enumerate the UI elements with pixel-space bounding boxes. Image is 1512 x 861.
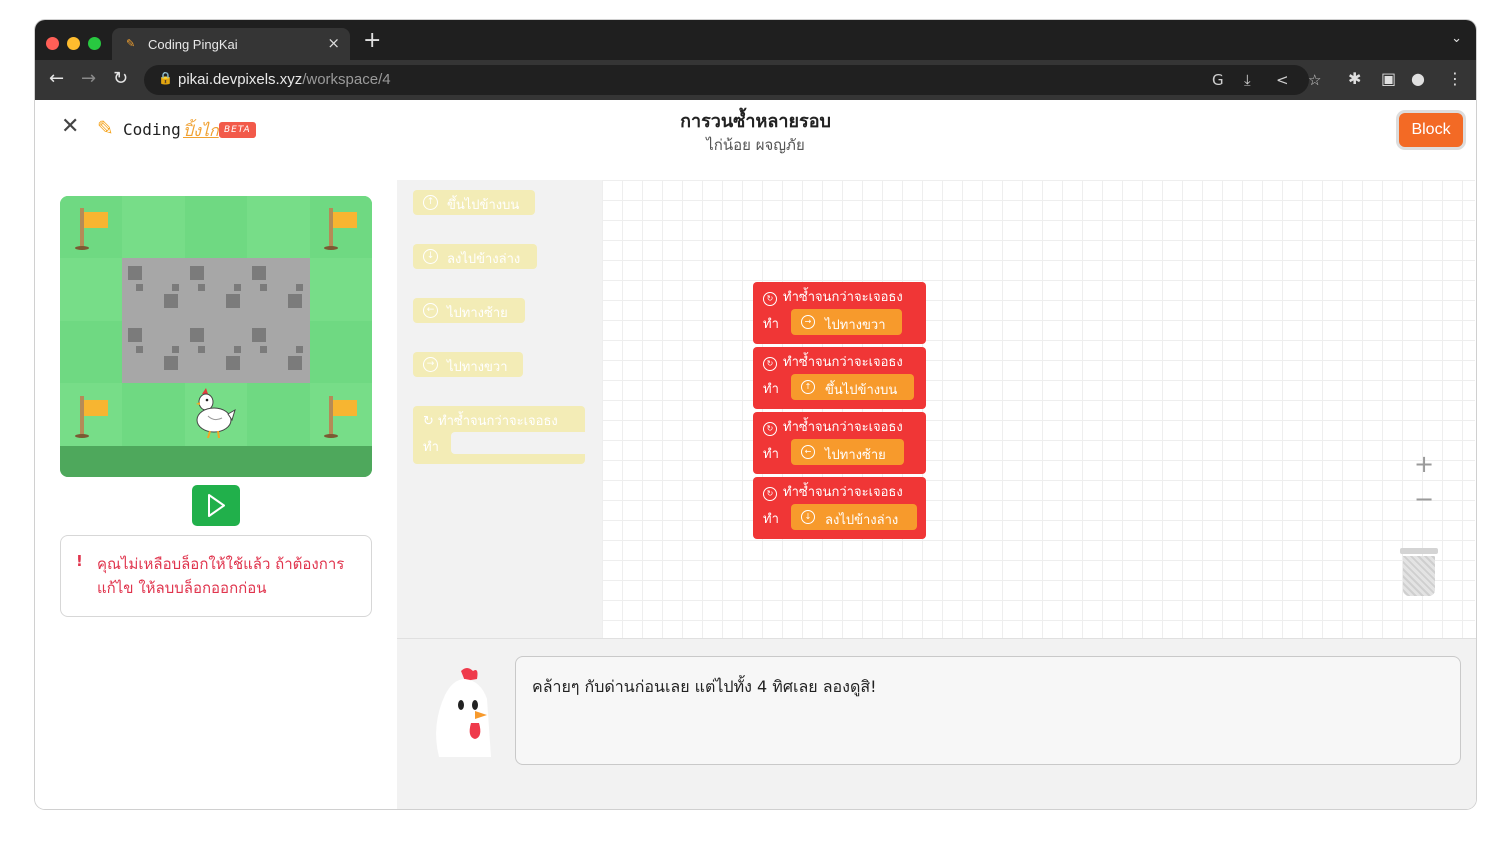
arrow-up-icon: ↑: [423, 195, 438, 210]
block-toolbox: ↑ ขึ้นไปข้างบน ↓ ลงไปข้างล่าง ← ไปทางซ้า…: [397, 180, 602, 638]
browser-window: ✎ Coding PingKai × + ⌄ ← → ↻ 🔒 pikai.dev…: [35, 20, 1476, 809]
toolbox-repeat-label: ↻ ทำซ้ำจนกว่าจะเจอธง: [423, 414, 558, 429]
hint-panel: คล้ายๆ กับด่านก่อนเลย แต่ไปทั้ง 4 ทิศเลย…: [397, 638, 1476, 809]
close-window-button[interactable]: [46, 37, 59, 50]
game-board: [60, 196, 372, 477]
repeat-icon: ↻: [763, 357, 777, 371]
toolbox-block-right[interactable]: → ไปทางขวา: [413, 352, 523, 377]
arrow-left-icon: ←: [423, 303, 438, 318]
tab-bar: ✎ Coding PingKai × + ⌄: [35, 20, 1476, 60]
toolbox-block-up[interactable]: ↑ ขึ้นไปข้างบน: [413, 190, 535, 215]
bookmark-star-icon[interactable]: ☆: [1308, 71, 1321, 89]
arrow-down-icon: ↓: [801, 510, 815, 524]
url-text: pikai.devpixels.xyz/workspace/4: [178, 71, 391, 88]
zoom-in-icon[interactable]: +: [1414, 450, 1434, 478]
app-root: ✕ ✎ Coding ปิ้งไก่ BETA การวนซ้ำหลายรอบ …: [35, 100, 1476, 809]
trash-icon[interactable]: [1400, 548, 1438, 598]
reload-icon[interactable]: ↻: [113, 68, 128, 89]
new-tab-button[interactable]: +: [363, 28, 381, 53]
tab-title: Coding PingKai: [148, 37, 238, 52]
install-icon[interactable]: ⤓: [1244, 71, 1251, 89]
notice-text: คุณไม่เหลือบล็อกให้ใช้แล้ว ถ้าต้องการแก้…: [97, 555, 345, 597]
toolbox-block-down[interactable]: ↓ ลงไปข้างล่าง: [413, 244, 537, 269]
toolbox-do-label: ทำ: [423, 440, 439, 455]
maximize-window-button[interactable]: [88, 37, 101, 50]
board-bottom-strip: [60, 446, 372, 477]
flag-icon: [75, 396, 109, 440]
flag-icon: [324, 208, 358, 252]
toolbox-block-left[interactable]: ← ไปทางซ้าย: [413, 298, 525, 323]
page-title: การวนซ้ำหลายรอบ: [680, 111, 831, 132]
share-icon[interactable]: <: [1276, 71, 1289, 89]
arrow-right-icon: →: [423, 357, 438, 372]
arrow-down-icon: ↓: [423, 249, 438, 264]
page-subtitle: ไก่น้อย ผจญภัย: [706, 136, 805, 154]
block-workspace[interactable]: [602, 180, 1475, 638]
toolbox-block-repeat[interactable]: ↻ ทำซ้ำจนกว่าจะเจอธง ทำ: [413, 406, 585, 464]
menu-dots-icon[interactable]: ⋮: [1447, 69, 1463, 88]
browser-toolbar: ← → ↻ 🔒 pikai.devpixels.xyz/workspace/4 …: [35, 60, 1476, 100]
repeat-block[interactable]: ↻ ทำซ้ำจนกว่าจะเจอธง ทำ ↑ ขึ้นไปข้างบน: [753, 347, 926, 409]
repeat-icon: ↻: [763, 487, 777, 501]
zoom-out-icon[interactable]: −: [1414, 485, 1434, 513]
tab-search-icon[interactable]: ⌄: [1451, 31, 1462, 46]
arrow-right-icon: →: [801, 315, 815, 329]
repeat-icon: ↻: [763, 422, 777, 436]
chicken-character: [196, 388, 236, 439]
extensions-icon[interactable]: ✱: [1348, 69, 1361, 88]
error-notice: ! คุณไม่เหลือบล็อกให้ใช้แล้ว ถ้าต้องการแ…: [60, 535, 372, 617]
move-up-block[interactable]: ↑ ขึ้นไปข้างบน: [791, 374, 914, 400]
play-icon: [208, 494, 225, 517]
move-down-block[interactable]: ↓ ลงไปข้างล่าง: [791, 504, 917, 530]
repeat-block[interactable]: ↻ ทำซ้ำจนกว่าจะเจอธง ทำ ↓ ลงไปข้างล่าง: [753, 477, 926, 539]
arrow-up-icon: ↑: [801, 380, 815, 394]
minimize-window-button[interactable]: [67, 37, 80, 50]
close-tab-icon[interactable]: ×: [327, 34, 340, 52]
arrow-left-icon: ←: [801, 445, 815, 459]
flag-icon: [75, 208, 109, 252]
block-mode-button[interactable]: Block: [1399, 113, 1463, 147]
repeat-icon: ↻: [763, 292, 777, 306]
address-bar[interactable]: 🔒 pikai.devpixels.xyz/workspace/4 G ⤓ < …: [144, 65, 1321, 95]
favicon-icon: ✎: [126, 37, 136, 50]
chicken-mascot: [436, 668, 491, 757]
flag-icon: [324, 396, 358, 440]
side-panel-icon[interactable]: ▣: [1381, 69, 1396, 88]
move-left-block[interactable]: ← ไปทางซ้าย: [791, 439, 904, 465]
repeat-block[interactable]: ↻ ทำซ้ำจนกว่าจะเจอธง ทำ ← ไปทางซ้าย: [753, 412, 926, 474]
stone-path: [122, 258, 310, 384]
profile-avatar[interactable]: ●: [1411, 69, 1425, 88]
alert-icon: !: [76, 552, 83, 570]
lock-icon[interactable]: 🔒: [158, 71, 173, 85]
run-button[interactable]: [192, 485, 240, 526]
speech-bubble: คล้ายๆ กับด่านก่อนเลย แต่ไปทั้ง 4 ทิศเลย…: [515, 656, 1461, 765]
back-arrow-icon[interactable]: ←: [49, 68, 64, 89]
hint-text: คล้ายๆ กับด่านก่อนเลย แต่ไปทั้ง 4 ทิศเลย…: [532, 677, 877, 696]
google-icon[interactable]: G: [1212, 71, 1224, 89]
forward-arrow-icon[interactable]: →: [81, 68, 96, 89]
window-controls: [46, 35, 109, 54]
browser-tab[interactable]: ✎ Coding PingKai ×: [112, 28, 350, 60]
repeat-block[interactable]: ↻ ทำซ้ำจนกว่าจะเจอธง ทำ → ไปทางขวา: [753, 282, 926, 344]
move-right-block[interactable]: → ไปทางขวา: [791, 309, 902, 335]
